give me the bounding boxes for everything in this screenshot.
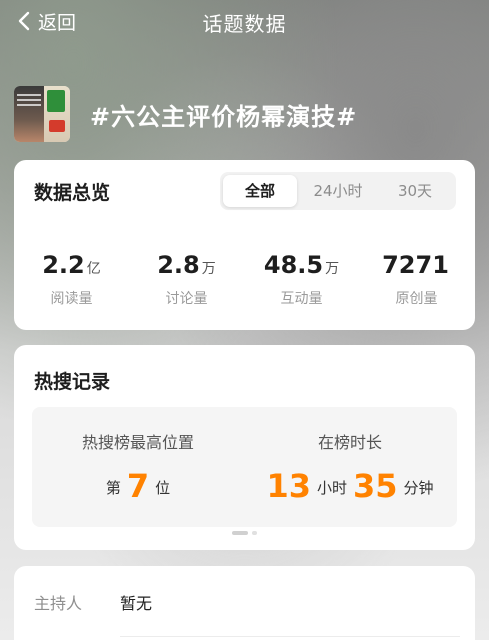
hot-search-card: 热搜记录 热搜榜最高位置 第7位 在榜时长 13 小时 35 分钟 [14,345,475,550]
page-indicator [232,531,260,535]
stat-interactions-label: 互动量 [280,291,323,307]
stat-originals-label: 原创量 [395,291,438,307]
thumbnail-text-lines [17,94,41,108]
data-overview-card: 数据总览 全部 24小时 30天 2.2 亿 阅读量 2.8 万 讨论量 48.5 万… [14,160,475,330]
stat-reads: 2.2 亿 阅读量 [14,250,129,308]
host-card: 主持人 暂无 [14,566,475,640]
duration-hours: 13 [266,467,311,505]
peak-value: 7 [126,467,150,505]
page-indicator-active [232,531,248,535]
duration-hours-unit: 小时 [316,479,347,497]
host-value: 暂无 [120,594,153,613]
topic-header: #六公主评价杨幂演技# [14,86,357,142]
list-duration: 在榜时长 13 小时 35 分钟 [244,429,456,505]
stat-originals: 7271 原创量 [359,250,474,308]
topic-name[interactable]: #六公主评价杨幂演技# [90,97,357,132]
overview-title: 数据总览 [34,182,111,204]
stat-interactions: 48.5 万 互动量 [244,250,359,308]
host-label: 主持人 [34,594,83,613]
host-row: 主持人 暂无 [34,590,152,614]
stat-discussions-unit: 万 [201,261,216,277]
peak-position-label: 热搜榜最高位置 [81,433,194,452]
stats-row: 2.2 亿 阅读量 2.8 万 讨论量 48.5 万 互动量 7271 原创量 [14,250,475,310]
duration-minutes-unit: 分钟 [403,479,434,497]
divider [120,636,460,637]
thumbnail-red-tag [49,120,65,132]
stat-interactions-unit: 万 [325,261,340,277]
peak-suffix: 位 [155,479,171,497]
peak-position: 热搜榜最高位置 第7位 [32,429,244,505]
stat-reads-label: 阅读量 [50,291,93,307]
hot-search-summary: 热搜榜最高位置 第7位 在榜时长 13 小时 35 分钟 [32,407,457,527]
tab-24h[interactable]: 24小时 [300,175,376,207]
list-duration-label: 在榜时长 [317,433,382,452]
page-title: 话题数据 [202,12,287,36]
hot-search-title: 热搜记录 [34,371,111,393]
peak-prefix: 第 [105,479,121,497]
stat-reads-value: 2.2 [42,251,85,279]
stat-discussions: 2.8 万 讨论量 [129,250,244,308]
topic-thumbnail [14,86,70,142]
duration-minutes: 35 [353,467,398,505]
stat-interactions-value: 48.5 [263,251,324,279]
stat-originals-value: 7271 [382,251,449,279]
tab-all[interactable]: 全部 [223,175,297,207]
stat-discussions-label: 讨论量 [165,291,208,307]
stat-reads-unit: 亿 [86,261,101,277]
tab-30d[interactable]: 30天 [378,175,452,207]
thumbnail-green-tag [47,90,65,112]
time-range-segmented-control: 全部 24小时 30天 [220,172,456,210]
stat-discussions-value: 2.8 [157,251,200,279]
top-bar: 返回 话题数据 [0,0,489,44]
page-indicator-dot [252,531,257,535]
